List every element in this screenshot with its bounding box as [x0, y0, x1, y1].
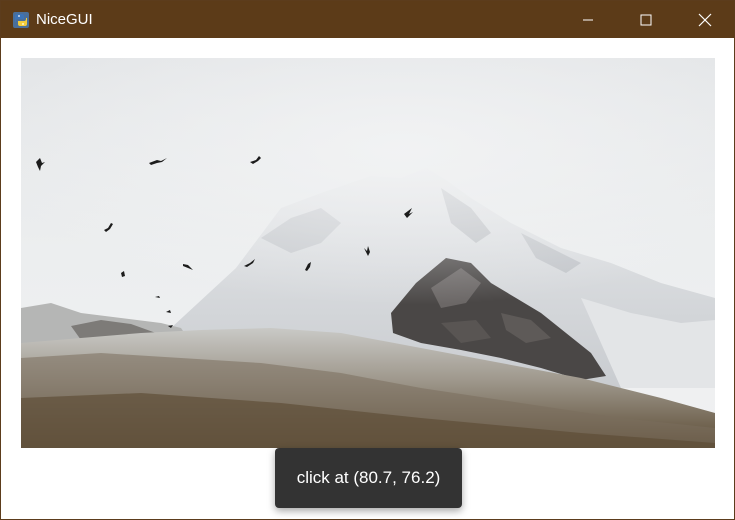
maximize-button[interactable]	[617, 1, 675, 38]
notification-text: click at (80.7, 76.2)	[296, 468, 441, 487]
app-window: NiceGUI click at (80.7, 76.2)	[0, 0, 735, 520]
minimize-button[interactable]	[559, 1, 617, 38]
title-bar[interactable]: NiceGUI	[1, 1, 734, 38]
close-icon	[698, 13, 712, 26]
main-content: click at (80.7, 76.2)	[1, 38, 734, 519]
minimize-icon	[583, 19, 593, 20]
mountain-photo	[21, 58, 715, 448]
click-notification: click at (80.7, 76.2)	[275, 448, 462, 508]
close-button[interactable]	[676, 1, 734, 38]
python-icon	[12, 11, 30, 29]
maximize-icon	[640, 14, 652, 25]
window-title: NiceGUI	[36, 11, 93, 28]
interactive-image[interactable]	[21, 58, 715, 448]
